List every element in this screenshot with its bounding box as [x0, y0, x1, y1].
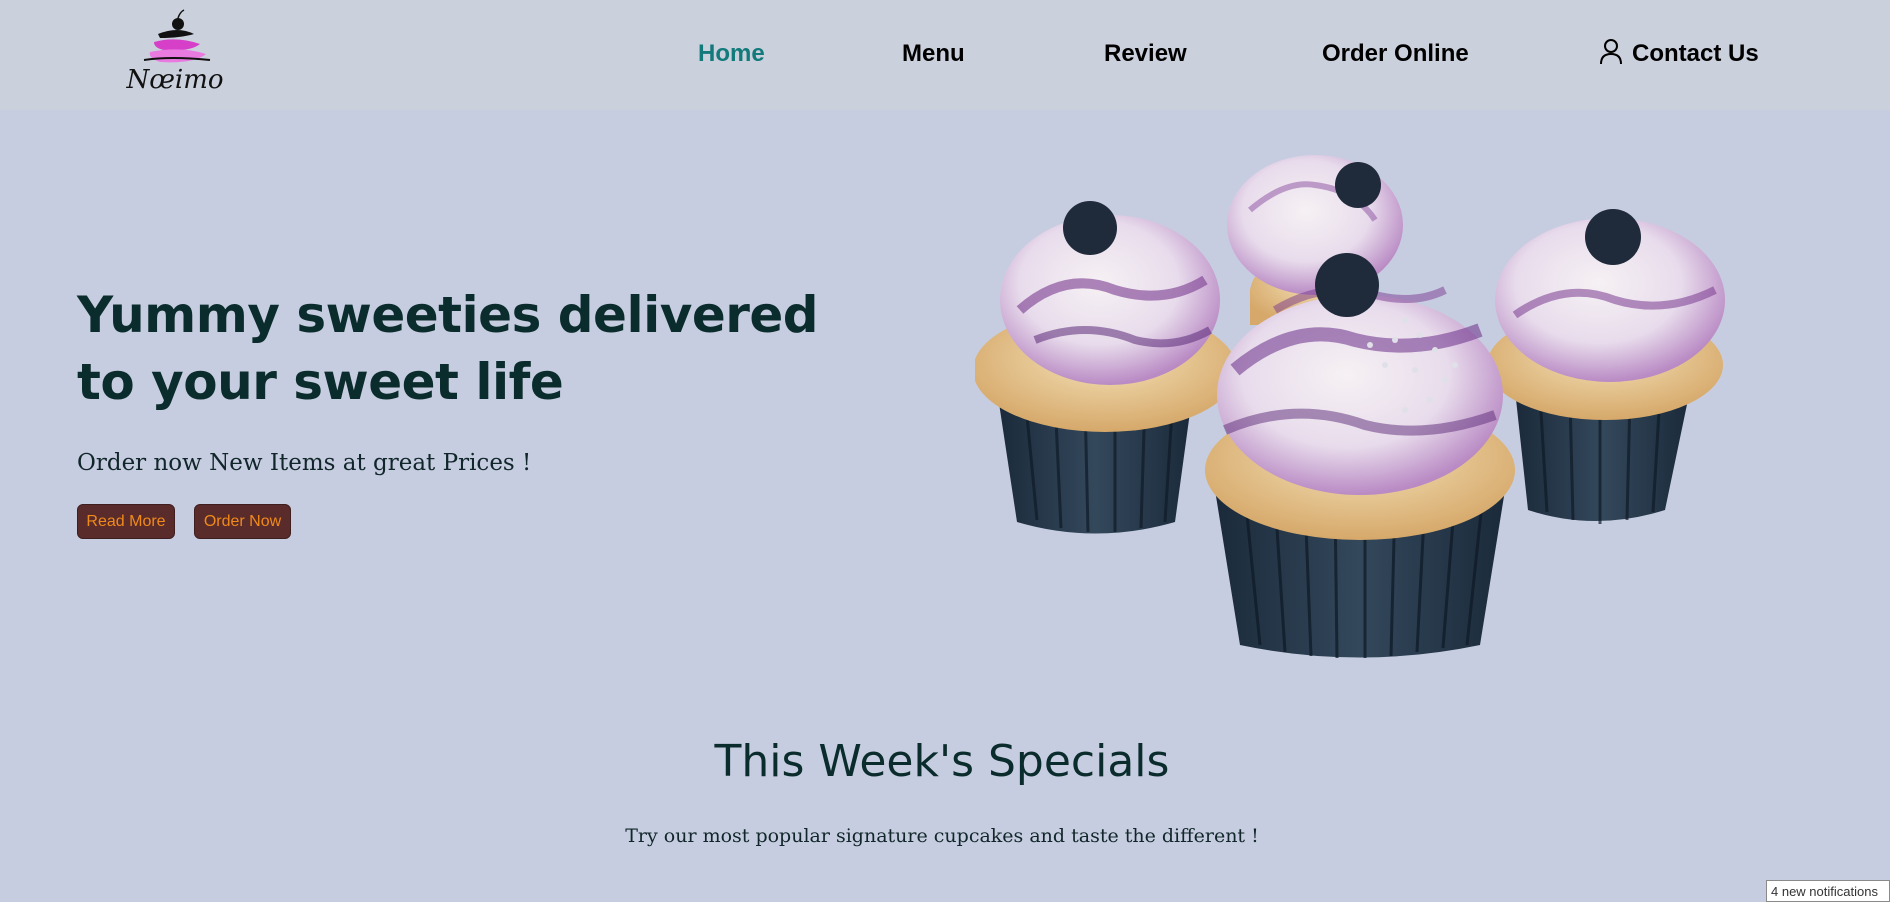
nav-order-online[interactable]: Order Online	[1322, 40, 1469, 68]
svg-text:Nœimo: Nœimo	[125, 65, 223, 95]
order-now-button[interactable]: Order Now	[194, 504, 291, 539]
specials-subtitle: Try our most popular signature cupcakes …	[625, 825, 1259, 847]
site-header: Nœimo Home Menu Review Order Online Cont…	[0, 0, 1890, 110]
hero-subtitle: Order now New Items at great Prices !	[77, 450, 532, 476]
nav-contact-us[interactable]: Contact Us	[1632, 40, 1759, 68]
notification-toast[interactable]: 4 new notifications	[1766, 880, 1890, 902]
user-icon[interactable]	[1598, 38, 1624, 66]
site-logo[interactable]: Nœimo	[120, 6, 230, 96]
nav-menu[interactable]: Menu	[902, 40, 965, 68]
hero-title: Yummy sweeties delivered to your sweet l…	[77, 286, 819, 411]
read-more-button[interactable]: Read More	[77, 504, 175, 539]
nav-review[interactable]: Review	[1104, 40, 1187, 68]
blueberry-cupcakes-image	[975, 140, 1745, 670]
specials-title: This Week's Specials	[714, 736, 1170, 787]
nav-home[interactable]: Home	[698, 40, 765, 68]
cake-logo-icon: Nœimo	[125, 9, 224, 95]
